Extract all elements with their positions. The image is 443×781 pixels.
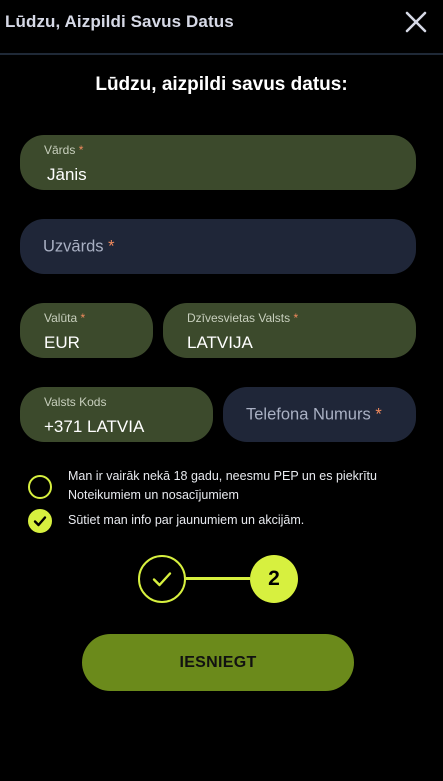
first-name-field[interactable]: Vārds * Jānis (20, 135, 416, 190)
step-completed (138, 555, 186, 603)
currency-label: Valūta * (44, 311, 86, 325)
marketing-consent-text: Sūtiet man info par jaunumiem un akcijām… (68, 513, 305, 527)
phone-field[interactable]: Telefona Numurs * (223, 387, 416, 442)
phone-placeholder: Telefona Numurs * (246, 405, 382, 423)
required-marker: * (78, 143, 84, 157)
marketing-checkbox[interactable] (28, 509, 52, 533)
required-marker: * (80, 311, 86, 325)
currency-value: EUR (44, 333, 80, 352)
country-code-label: Valsts Kods (44, 395, 107, 409)
close-button[interactable] (403, 9, 429, 35)
country-code-select[interactable]: Valsts Kods +371 LATVIA (20, 387, 213, 442)
last-name-field[interactable]: Uzvārds * (20, 219, 416, 274)
submit-button[interactable]: IESNIEGT (82, 634, 354, 691)
checkmark-icon (152, 572, 172, 587)
modal-header: Lūdzu, Aizpildi Savus Datus (0, 0, 443, 55)
country-code-value: +371 LATVIA (44, 417, 145, 436)
country-value: LATVIJA (187, 333, 253, 352)
last-name-placeholder: Uzvārds * (43, 237, 115, 255)
terms-checkbox[interactable] (28, 475, 52, 499)
marketing-consent-row[interactable]: Sūtiet man info par jaunumiem un akcijām… (28, 509, 418, 535)
currency-select[interactable]: Valūta * EUR (20, 303, 153, 358)
first-name-label: Vārds * (44, 143, 84, 157)
form-heading: Lūdzu, aizpildi savus datus: (95, 74, 348, 95)
step-current: 2 (250, 555, 298, 603)
required-marker: * (375, 405, 382, 423)
modal-title: Lūdzu, Aizpildi Savus Datus (5, 12, 234, 31)
terms-consent-text: Man ir vairāk nekā 18 gadu, neesmu PEP u… (68, 469, 377, 502)
country-label: Dzīvesvietas Valsts * (187, 311, 299, 325)
required-marker: * (293, 311, 299, 325)
first-name-value: Jānis (47, 165, 87, 184)
country-select[interactable]: Dzīvesvietas Valsts * LATVIJA (163, 303, 416, 358)
step-connector (186, 577, 250, 580)
checkmark-icon (33, 516, 47, 527)
close-icon (405, 11, 427, 33)
required-marker: * (108, 237, 115, 255)
step-indicator: 2 (138, 555, 298, 603)
terms-consent-row[interactable]: Man ir vairāk nekā 18 gadu, neesmu PEP u… (28, 467, 418, 507)
